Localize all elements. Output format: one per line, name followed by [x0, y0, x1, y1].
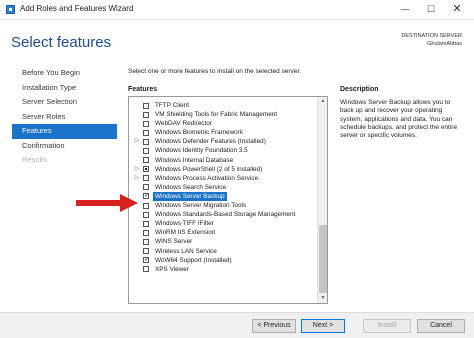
feature-label: Windows Process Activation Service	[155, 174, 258, 182]
nav-step-features[interactable]: Features	[12, 124, 117, 139]
feature-checkbox[interactable]	[143, 192, 149, 201]
feature-row[interactable]: Windows Internal Database	[129, 156, 317, 165]
instruction-text: Select one or more features to install o…	[128, 68, 302, 75]
title-bar: Add Roles and Features Wizard — ☐ ✕	[0, 0, 474, 20]
feature-label: Windows Server Backup	[153, 191, 227, 202]
wizard-app-icon	[6, 5, 15, 14]
scroll-up-arrow-icon[interactable]: ▲	[318, 97, 327, 106]
feature-checkbox[interactable]	[143, 175, 149, 182]
expand-arrow-icon[interactable]: ▷	[134, 137, 140, 146]
destination-server-label: DESTINATION SERVER	[401, 33, 462, 39]
wizard-step-nav: Before You Begin Installation Type Server …	[12, 66, 117, 168]
expand-arrow-icon[interactable]: ▷	[134, 165, 140, 174]
feature-row[interactable]: VM Shielding Tools for Fabric Management	[129, 110, 317, 119]
feature-row[interactable]: Windows Server Backup	[129, 191, 317, 202]
nav-step-before-you-begin[interactable]: Before You Begin	[12, 66, 117, 81]
feature-checkbox[interactable]	[143, 129, 149, 136]
feature-row[interactable]: Windows Biometric Framework	[129, 128, 317, 137]
feature-row[interactable]: WINS Server	[129, 237, 317, 246]
nav-step-server-selection[interactable]: Server Selection	[12, 95, 117, 110]
features-scrollbar[interactable]: ▲ ▼	[317, 97, 327, 303]
feature-row[interactable]: WoW64 Support (Installed)	[129, 256, 317, 265]
feature-row[interactable]: Windows Identity Foundation 3.5	[129, 146, 317, 155]
feature-row[interactable]: Windows Search Service	[129, 183, 317, 192]
feature-label: Windows TIFF IFilter	[155, 220, 214, 228]
feature-row[interactable]: ▷ Windows PowerShell (2 of 5 installed)	[129, 165, 317, 174]
red-arrow-shape	[76, 194, 138, 212]
feature-label: Wireless LAN Service	[155, 247, 217, 255]
scroll-thumb[interactable]	[319, 225, 327, 293]
window-title: Add Roles and Features Wizard	[20, 4, 134, 13]
nav-step-confirmation[interactable]: Confirmation	[12, 139, 117, 154]
nav-step-server-roles[interactable]: Server Roles	[12, 110, 117, 125]
feature-row[interactable]: TFTP Client	[129, 101, 317, 110]
feature-label: Windows Defender Features (Installed)	[155, 138, 266, 146]
feature-checkbox[interactable]	[143, 147, 149, 154]
next-button[interactable]: Next >	[301, 319, 345, 333]
feature-label: WINS Server	[155, 238, 193, 246]
feature-row[interactable]: XPS Viewer	[129, 265, 317, 274]
feature-label: Windows Biometric Framework	[155, 129, 244, 137]
feature-checkbox[interactable]	[143, 238, 149, 245]
feature-checkbox[interactable]	[143, 102, 149, 109]
feature-label: WebDAV Redirector	[155, 120, 212, 128]
feature-label: WinRM IIS Extension	[155, 229, 216, 237]
feature-label: Windows Identity Foundation 3.5	[155, 147, 248, 155]
feature-label: Windows Search Service	[155, 183, 227, 191]
feature-label: Windows Server Migration Tools	[155, 202, 247, 210]
maximize-button[interactable]: ☐	[418, 0, 444, 18]
feature-label: WoW64 Support (Installed)	[155, 256, 232, 264]
feature-checkbox[interactable]	[143, 157, 149, 164]
feature-row[interactable]: WebDAV Redirector	[129, 119, 317, 128]
feature-row[interactable]: Windows TIFF IFilter	[129, 219, 317, 228]
feature-row[interactable]: ▷ Windows Process Activation Service	[129, 174, 317, 183]
wizard-footer: < Previous Next > Install Cancel	[0, 312, 474, 338]
feature-checkbox[interactable]	[143, 220, 149, 227]
feature-checkbox[interactable]	[143, 166, 149, 173]
minimize-button[interactable]: —	[392, 0, 418, 18]
feature-checkbox[interactable]	[143, 256, 149, 265]
features-heading: Features	[128, 86, 158, 93]
destination-server-name: GhulamAbbas	[427, 41, 462, 47]
feature-row[interactable]: Windows Server Migration Tools	[129, 201, 317, 210]
feature-label: TFTP Client	[155, 102, 189, 109]
nav-step-installation-type[interactable]: Installation Type	[12, 81, 117, 96]
features-tree-list[interactable]: TFTP Client VM Shielding Tools for Fabric…	[128, 96, 328, 304]
feature-row[interactable]: WinRM IIS Extension	[129, 228, 317, 237]
feature-checkbox[interactable]	[143, 266, 149, 273]
feature-row[interactable]: Windows Standards-Based Storage Manageme…	[129, 210, 317, 219]
scroll-down-arrow-icon[interactable]: ▼	[318, 294, 327, 303]
feature-checkbox[interactable]	[143, 120, 149, 127]
description-heading: Description	[340, 86, 379, 93]
feature-label: XPS Viewer	[155, 265, 189, 273]
feature-checkbox[interactable]	[143, 111, 149, 118]
feature-checkbox[interactable]	[143, 211, 149, 218]
page-title: Select features	[11, 34, 112, 51]
feature-checkbox[interactable]	[143, 202, 149, 209]
cancel-button[interactable]: Cancel	[417, 319, 465, 333]
wizard-header: Select features DESTINATION SERVER Ghula…	[0, 20, 474, 66]
nav-step-results: Results	[22, 155, 48, 164]
expand-arrow-icon[interactable]: ▷	[134, 174, 140, 183]
feature-row[interactable]: Wireless LAN Service	[129, 247, 317, 256]
install-button[interactable]: Install	[363, 319, 411, 333]
description-text: Windows Server Backup allows you to back…	[340, 99, 458, 140]
feature-checkbox[interactable]	[143, 138, 149, 145]
feature-label: VM Shielding Tools for Fabric Management	[155, 111, 278, 119]
red-arrow-icon	[76, 194, 138, 212]
feature-checkbox[interactable]	[143, 229, 149, 236]
feature-label: Windows Standards-Based Storage Manageme…	[155, 211, 296, 219]
previous-button[interactable]: < Previous	[252, 319, 296, 333]
features-tree-items: TFTP Client VM Shielding Tools for Fabric…	[129, 101, 317, 274]
feature-label: Windows Internal Database	[155, 156, 234, 164]
close-button[interactable]: ✕	[444, 0, 470, 18]
feature-label: Windows PowerShell (2 of 5 installed)	[155, 165, 263, 173]
feature-checkbox[interactable]	[143, 184, 149, 191]
feature-checkbox[interactable]	[143, 248, 149, 254]
feature-row[interactable]: ▷ Windows Defender Features (Installed)	[129, 137, 317, 146]
